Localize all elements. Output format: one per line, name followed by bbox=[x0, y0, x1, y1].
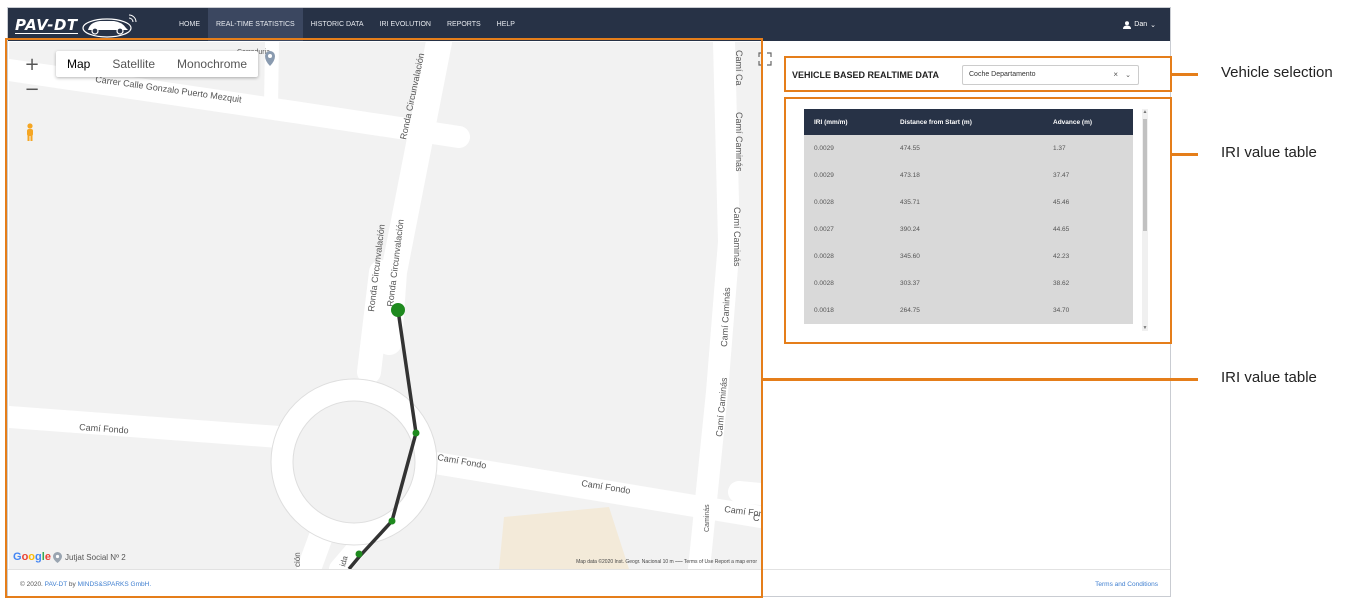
map-attribution[interactable]: Map data ©2020 Inst. Geogr. Nacional 10 … bbox=[576, 559, 757, 565]
zoom-out-button[interactable]: − bbox=[22, 80, 42, 100]
map-type-monochrome[interactable]: Monochrome bbox=[166, 51, 258, 77]
annotation-vehicle-selection: Vehicle selection bbox=[1221, 64, 1333, 81]
company-link[interactable]: MINDS&SPARKS GmbH. bbox=[78, 581, 152, 588]
nav-iri-evolution[interactable]: IRI EVOLUTION bbox=[372, 8, 439, 41]
cell-iri: 0.0029 bbox=[814, 172, 834, 179]
main-nav: HOME REAL-TIME STATISTICS HISTORIC DATA … bbox=[171, 8, 523, 41]
copyright-by: by bbox=[67, 581, 78, 588]
table-row[interactable]: 0.0028 435.71 45.46 bbox=[804, 189, 1133, 216]
street-label-caminas-5: Caminás bbox=[704, 504, 711, 532]
vehicle-panel: VEHICLE BASED REALTIME DATA Coche Depart… bbox=[786, 61, 1166, 88]
cell-distance: 435.71 bbox=[900, 199, 920, 206]
cell-distance: 345.60 bbox=[900, 253, 920, 260]
fullscreen-icon[interactable] bbox=[758, 52, 772, 66]
cell-iri: 0.0028 bbox=[814, 280, 834, 287]
nav-help[interactable]: HELP bbox=[489, 8, 523, 41]
street-label-fondo-4-tail: C bbox=[753, 513, 760, 523]
scroll-up-icon[interactable]: ▲ bbox=[1142, 109, 1148, 115]
cell-iri: 0.0028 bbox=[814, 199, 834, 206]
nav-real-time-statistics[interactable]: REAL-TIME STATISTICS bbox=[208, 8, 303, 41]
iri-table-container[interactable]: IRI (mm/m) Distance from Start (m) Advan… bbox=[794, 103, 1164, 335]
zoom-in-button[interactable]: + bbox=[22, 55, 42, 75]
map-canvas[interactable]: Carrer Calle Gonzalo Puerto Mezquit Rond… bbox=[9, 42, 761, 569]
street-label-caminas-1: Camí Caminás bbox=[734, 112, 744, 172]
annotation-line-iri-2 bbox=[763, 378, 1198, 381]
chevron-down-icon[interactable]: ⌄ bbox=[1125, 71, 1131, 79]
brand-link[interactable]: PAV-DT bbox=[45, 581, 67, 588]
cell-advance: 42.23 bbox=[1053, 253, 1070, 260]
page-footer: © 2020. PAV-DT by MINDS&SPARKS GmbH. Ter… bbox=[8, 569, 1170, 596]
app-logo[interactable]: PAV-DT bbox=[15, 12, 140, 38]
map-type-map[interactable]: Map bbox=[56, 51, 101, 77]
cell-advance: 37.47 bbox=[1053, 172, 1070, 179]
cell-distance: 474.55 bbox=[900, 145, 920, 152]
nav-home[interactable]: HOME bbox=[171, 8, 208, 41]
clear-icon[interactable]: × bbox=[1113, 70, 1118, 79]
street-label-caminas-2: Camí Caminás bbox=[732, 207, 742, 267]
table-row[interactable]: 0.0029 474.55 1.37 bbox=[804, 135, 1133, 162]
cell-advance: 1.37 bbox=[1053, 145, 1066, 152]
app-window: PAV-DT HOME REAL-TIME STATISTICS HISTORI… bbox=[7, 7, 1171, 597]
cell-distance: 303.37 bbox=[900, 280, 920, 287]
cell-distance: 264.75 bbox=[900, 307, 920, 314]
chevron-down-icon: ⌄ bbox=[1150, 21, 1156, 29]
col-header-advance[interactable]: Advance (m) bbox=[1043, 109, 1133, 135]
user-icon bbox=[1123, 20, 1132, 29]
annotation-line-vehicle bbox=[1172, 73, 1198, 76]
table-row[interactable]: 0.0018 264.75 34.70 bbox=[804, 297, 1133, 324]
cell-distance: 473.18 bbox=[900, 172, 920, 179]
cell-iri: 0.0027 bbox=[814, 226, 834, 233]
nav-historic-data[interactable]: HISTORIC DATA bbox=[303, 8, 372, 41]
route-start-point bbox=[391, 303, 405, 317]
map-view[interactable]: Carrer Calle Gonzalo Puerto Mezquit Rond… bbox=[9, 42, 761, 569]
table-row[interactable]: 0.0029 473.18 37.47 bbox=[804, 162, 1133, 189]
col-header-distance[interactable]: Distance from Start (m) bbox=[890, 109, 1043, 135]
copyright-text: © 2020. bbox=[20, 581, 45, 588]
user-menu[interactable]: Dan ⌄ bbox=[1123, 8, 1156, 41]
cell-iri: 0.0018 bbox=[814, 307, 834, 314]
google-logo[interactable]: Google bbox=[13, 551, 51, 563]
route-point bbox=[355, 550, 363, 558]
table-scrollbar[interactable]: ▲ ▼ bbox=[1142, 109, 1148, 331]
route-point bbox=[388, 517, 396, 525]
copyright: © 2020. PAV-DT by MINDS&SPARKS GmbH. bbox=[20, 581, 151, 588]
table-row[interactable]: 0.0028 303.37 38.62 bbox=[804, 270, 1133, 297]
scroll-down-icon[interactable]: ▼ bbox=[1142, 325, 1148, 331]
vehicle-panel-title: VEHICLE BASED REALTIME DATA bbox=[792, 69, 940, 80]
annotation-iri-table-1: IRI value table bbox=[1221, 144, 1317, 161]
terms-link[interactable]: Terms and Conditions bbox=[1095, 581, 1158, 588]
car-icon bbox=[82, 14, 137, 38]
street-label-cami-c: Camí Ca bbox=[734, 50, 744, 86]
pegman-icon[interactable] bbox=[25, 123, 35, 146]
vehicle-select-value: Coche Departamento bbox=[969, 71, 1036, 78]
nav-reports[interactable]: REPORTS bbox=[439, 8, 489, 41]
map-type-satellite[interactable]: Satellite bbox=[101, 51, 166, 77]
cell-advance: 45.46 bbox=[1053, 199, 1070, 206]
vehicle-select[interactable]: Coche Departamento × ⌄ bbox=[962, 64, 1139, 85]
logo-text: PAV-DT bbox=[15, 15, 78, 34]
cell-advance: 38.62 bbox=[1053, 280, 1070, 287]
annotation-iri-table-2: IRI value table bbox=[1221, 369, 1317, 386]
table-row[interactable]: 0.0027 390.24 44.65 bbox=[804, 216, 1133, 243]
annotation-line-iri-1 bbox=[1172, 153, 1198, 156]
poi-label-jutjat: Jutjat Social Nº 2 bbox=[64, 552, 126, 562]
top-navbar: PAV-DT HOME REAL-TIME STATISTICS HISTORI… bbox=[8, 8, 1170, 41]
iri-table-header-row: IRI (mm/m) Distance from Start (m) Advan… bbox=[804, 109, 1133, 135]
map-type-control: Map Satellite Monochrome bbox=[56, 51, 259, 77]
cell-advance: 34.70 bbox=[1053, 307, 1070, 314]
user-name: Dan bbox=[1134, 21, 1148, 28]
location-pin-icon bbox=[52, 551, 62, 563]
table-row[interactable]: 0.0028 345.60 42.23 bbox=[804, 243, 1133, 270]
google-attribution: Google Jutjat Social Nº 2 bbox=[13, 551, 126, 563]
cell-iri: 0.0028 bbox=[814, 253, 834, 260]
scrollbar-thumb[interactable] bbox=[1143, 119, 1147, 231]
cell-distance: 390.24 bbox=[900, 226, 920, 233]
iri-table: IRI (mm/m) Distance from Start (m) Advan… bbox=[804, 109, 1133, 324]
cell-iri: 0.0029 bbox=[814, 145, 834, 152]
col-header-iri[interactable]: IRI (mm/m) bbox=[804, 109, 890, 135]
route-point bbox=[412, 429, 420, 437]
cell-advance: 44.65 bbox=[1053, 226, 1070, 233]
street-label-fragment: ción bbox=[293, 552, 302, 567]
